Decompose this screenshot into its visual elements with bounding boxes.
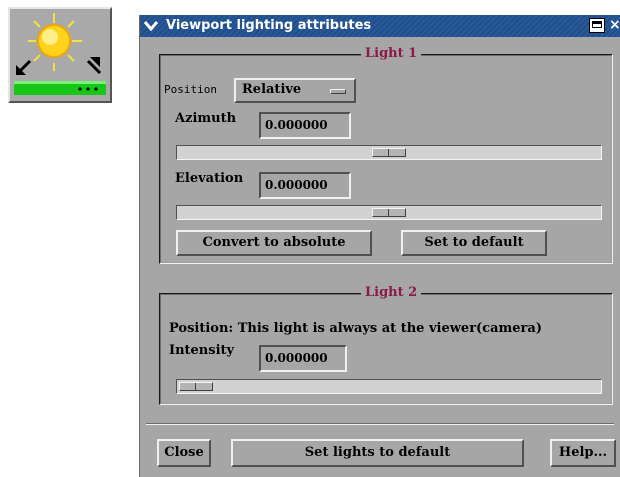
intensity-input[interactable]: 0.000000 [259,345,347,372]
light2-position-text: Position: This light is always at the vi… [169,321,542,336]
set-to-default-button[interactable]: Set to default [401,230,547,256]
elevation-slider-thumb[interactable] [372,208,406,217]
sun-light-arrows-icon [14,13,106,95]
dropdown-indicator-icon [330,89,346,94]
intensity-slider-thumb[interactable] [179,382,213,391]
azimuth-input[interactable]: 0.000000 [259,112,351,139]
footer-separator [146,423,614,425]
elevation-input[interactable]: 0.000000 [259,172,351,199]
light1-title: Light 1 [361,46,422,61]
azimuth-label: Azimuth [175,111,237,126]
window-title: Viewport lighting attributes [166,18,372,33]
help-button[interactable]: Help... [550,439,616,467]
set-lights-to-default-button[interactable]: Set lights to default [231,439,524,467]
azimuth-slider-thumb[interactable] [372,148,406,157]
intensity-slider[interactable] [176,379,602,394]
light1-group: Light 1 Position Relative Azimuth 0.0000… [159,46,613,264]
lighting-dialog: Viewport lighting attributes × Light 1 P… [139,15,620,477]
position-dropdown[interactable]: Relative [234,78,356,103]
position-value: Relative [242,82,302,97]
azimuth-slider[interactable] [176,145,602,160]
convert-to-absolute-button[interactable]: Convert to absolute [176,230,372,256]
light2-group: Light 2 Position: This light is always a… [159,285,613,405]
chevron-down-icon[interactable] [143,18,159,34]
elevation-slider[interactable] [176,205,602,220]
lighting-tool-icon[interactable] [8,7,112,103]
light2-title: Light 2 [361,285,422,300]
close-button[interactable]: Close [157,439,211,467]
maximize-icon[interactable] [589,18,605,33]
close-icon[interactable]: × [609,17,620,33]
elevation-label: Elevation [175,171,244,186]
position-label: Position [164,83,217,96]
intensity-label: Intensity [169,343,235,358]
title-bar[interactable]: Viewport lighting attributes × [140,15,620,37]
